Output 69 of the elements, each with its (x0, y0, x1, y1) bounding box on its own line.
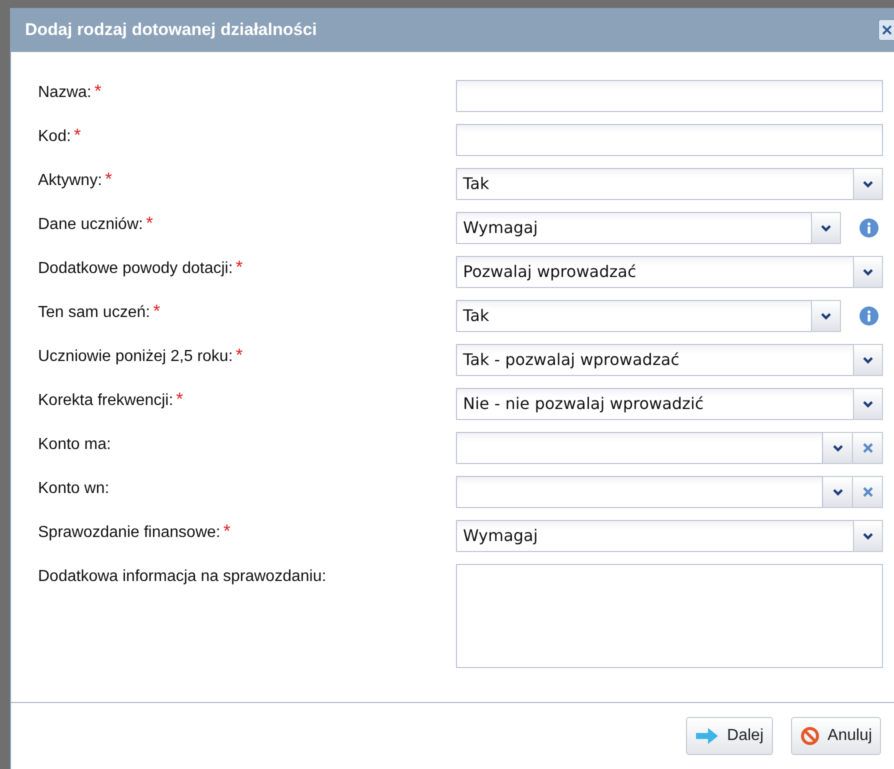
required-mark: * (236, 345, 243, 365)
dropdown-button[interactable] (853, 520, 883, 552)
text-field[interactable] (456, 80, 883, 112)
required-mark: * (153, 301, 160, 321)
field-label: Dodatkowe powody dotacji: (38, 259, 233, 279)
next-button[interactable]: Dalej (686, 717, 773, 755)
dropdown-button[interactable] (811, 300, 841, 332)
field-label: Sprawozdanie finansowe: (38, 523, 220, 543)
required-mark: * (146, 213, 153, 233)
required-mark: * (74, 125, 81, 145)
dropdown-button[interactable] (853, 168, 883, 200)
caret-icon (832, 488, 842, 496)
textarea-field[interactable] (456, 564, 883, 668)
select-value: Tak (462, 173, 490, 195)
caret-icon (821, 312, 831, 320)
dropdown-button[interactable] (823, 476, 853, 508)
dropdown-button[interactable] (823, 432, 853, 464)
info-icon[interactable] (859, 306, 879, 326)
select-field[interactable]: Tak (456, 300, 841, 332)
caret-icon (832, 444, 842, 452)
caret-icon (863, 180, 873, 188)
field-label: Aktywny: (38, 171, 102, 191)
select-value: Pozwalaj wprowadzać (462, 261, 638, 283)
select-value: Tak - pozwalaj wprowadzać (462, 349, 680, 371)
field-label: Uczniowie poniżej 2,5 roku: (38, 347, 233, 367)
window-title: Dodaj rodzaj dotowanej działalności (25, 19, 317, 42)
combo-field[interactable] (456, 432, 823, 464)
arrow-right-icon (695, 727, 720, 745)
required-mark: * (223, 521, 230, 541)
dropdown-button[interactable] (811, 212, 841, 244)
caret-icon (821, 224, 831, 232)
field-label: Korekta frekwencji: (38, 391, 174, 411)
select-field[interactable]: Wymagaj (456, 212, 841, 244)
caret-icon (863, 268, 873, 276)
caret-icon (863, 400, 873, 408)
info-icon[interactable] (859, 218, 879, 238)
select-value: Wymagaj (462, 525, 539, 547)
select-value: Tak (462, 305, 490, 327)
field-label: Kod: (38, 127, 71, 147)
dropdown-button[interactable] (853, 388, 883, 420)
close-icon (882, 24, 892, 36)
close-icon (862, 487, 872, 497)
select-field[interactable]: Wymagaj (456, 520, 883, 552)
field-label: Dane uczniów: (38, 215, 143, 235)
cancel-button[interactable]: Anuluj (790, 717, 881, 755)
required-mark: * (105, 169, 112, 189)
dropdown-button[interactable] (853, 256, 883, 288)
text-field[interactable] (456, 124, 883, 156)
select-field[interactable]: Nie - nie pozwalaj wprowadzić (456, 388, 883, 420)
close-button[interactable] (878, 19, 894, 41)
required-mark: * (94, 81, 102, 101)
required-mark: * (236, 257, 243, 277)
caret-icon (863, 356, 873, 364)
select-field[interactable]: Pozwalaj wprowadzać (456, 256, 883, 288)
select-value: Wymagaj (462, 217, 539, 239)
select-field[interactable]: Tak - pozwalaj wprowadzać (456, 344, 883, 376)
prohibited-icon (800, 726, 820, 746)
select-field[interactable]: Tak (456, 168, 883, 200)
required-mark: * (176, 389, 184, 409)
dropdown-button[interactable] (853, 344, 883, 376)
field-label: Nazwa: (38, 83, 92, 103)
field-label: Dodatkowa informacja na sprawozdaniu: (38, 567, 326, 587)
close-icon (862, 443, 872, 453)
field-label: Konto ma: (38, 435, 111, 455)
field-label: Konto wn: (38, 479, 110, 499)
caret-icon (863, 532, 873, 540)
select-value: Nie - nie pozwalaj wprowadzić (462, 393, 705, 415)
combo-field[interactable] (456, 476, 823, 508)
field-label: Ten sam uczeń: (38, 303, 150, 323)
